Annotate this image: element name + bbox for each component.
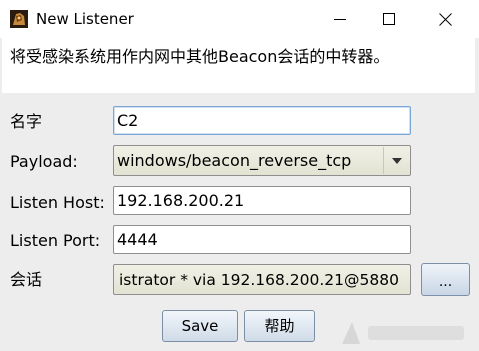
session-label: 会话 <box>10 270 43 289</box>
help-button[interactable]: 帮助 <box>244 310 315 342</box>
minimize-button[interactable] <box>317 0 363 38</box>
chevron-down-icon <box>391 157 402 164</box>
save-button[interactable]: Save <box>162 310 238 342</box>
payload-dropdown-button[interactable] <box>383 147 409 174</box>
description-text: 将受感染系统用作内网中其他Beacon会话的中转器。 <box>10 47 390 66</box>
listen-port-label: Listen Port: <box>10 231 101 250</box>
description-panel: 将受感染系统用作内网中其他Beacon会话的中转器。 <box>2 38 475 93</box>
close-icon <box>438 12 452 26</box>
maximize-icon <box>383 13 395 25</box>
payload-value: windows/beacon_reverse_tcp <box>117 151 352 170</box>
session-browse-button[interactable]: ... <box>421 263 470 296</box>
window-title: New Listener <box>36 10 134 28</box>
payload-label: Payload: <box>10 152 78 171</box>
maximize-button[interactable] <box>366 0 412 38</box>
session-field[interactable]: istrator * via 192.168.200.21@5880 <box>113 264 411 295</box>
name-field[interactable]: C2 <box>113 106 411 135</box>
listen-host-label: Listen Host: <box>10 193 105 212</box>
session-value: istrator * via 192.168.200.21@5880 <box>119 271 399 289</box>
minimize-icon <box>334 19 346 20</box>
app-icon <box>10 10 28 28</box>
payload-select[interactable]: windows/beacon_reverse_tcp <box>113 145 411 176</box>
title-bar: New Listener <box>0 0 479 38</box>
watermark-logo <box>342 322 464 344</box>
close-button[interactable] <box>422 0 468 38</box>
listen-port-field[interactable]: 4444 <box>113 225 411 254</box>
listen-host-field[interactable]: 192.168.200.21 <box>113 186 411 215</box>
name-label: 名字 <box>10 112 43 131</box>
